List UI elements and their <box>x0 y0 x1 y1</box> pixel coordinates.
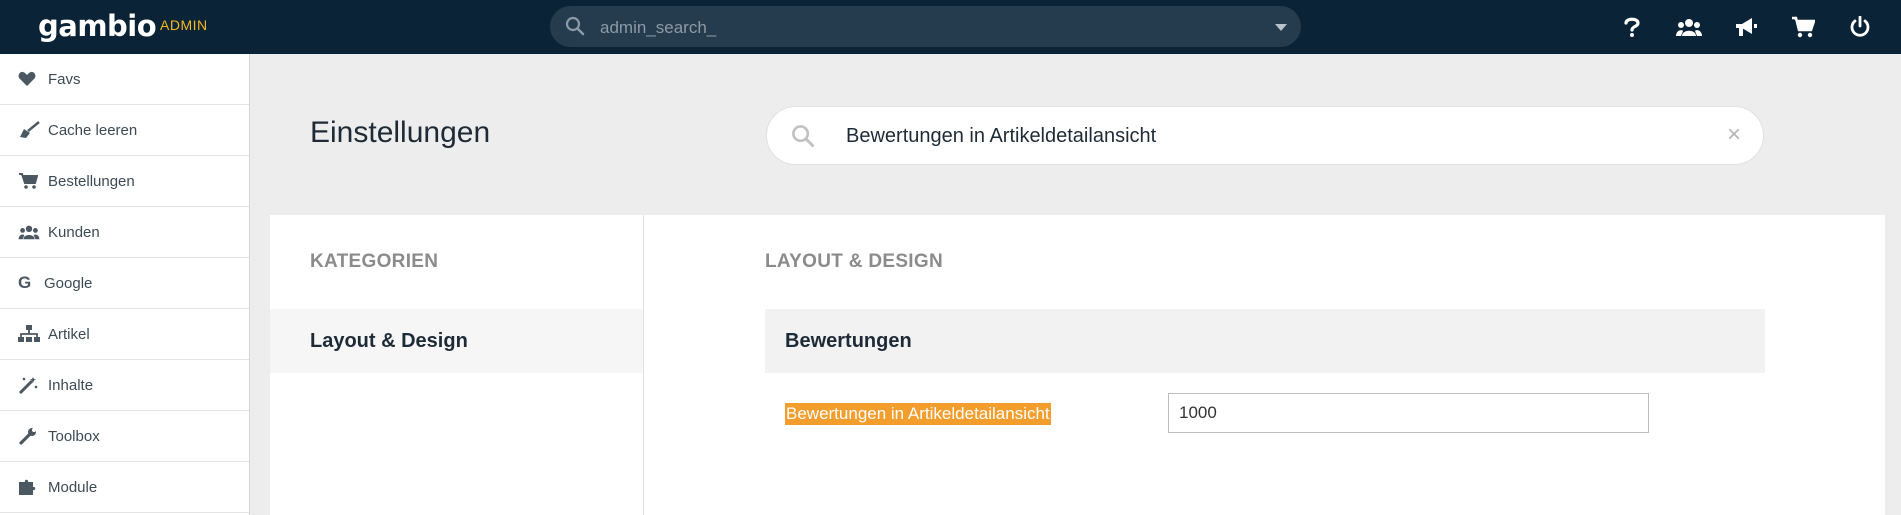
sidebar-item-artikel[interactable]: Artikel <box>0 309 249 360</box>
close-icon[interactable]: × <box>1727 121 1741 149</box>
magic-icon <box>18 376 48 394</box>
search-icon <box>565 16 585 41</box>
settings-group-header: Bewertungen <box>765 309 1765 373</box>
sidebar-item-cache-leeren[interactable]: Cache leeren <box>0 105 249 156</box>
category-item-layout-design[interactable]: Layout & Design <box>270 309 643 373</box>
admin-search[interactable]: admin_search_ <box>550 6 1301 47</box>
sidebar-item-bestellungen[interactable]: Bestellungen <box>0 156 249 207</box>
sidebar-item-label: Artikel <box>48 325 90 343</box>
settings-search-input[interactable]: Bewertungen in Artikeldetailansicht × <box>766 106 1764 165</box>
sidebar-item-kunden[interactable]: Kunden <box>0 207 249 258</box>
heart-icon <box>18 71 48 87</box>
setting-label: Bewertungen in Artikeldetailansicht <box>785 403 1051 425</box>
sidebar-item-label: Cache leeren <box>48 121 138 139</box>
cart-icon[interactable] <box>1789 13 1817 41</box>
top-bar: gambio ADMIN admin_search_ <box>0 0 1901 54</box>
cart-icon <box>18 172 48 190</box>
sidebar-item-label: Toolbox <box>48 427 100 445</box>
power-icon[interactable] <box>1846 13 1874 41</box>
categories-heading: KATEGORIEN <box>310 251 439 272</box>
admin-badge: ADMIN <box>160 17 208 33</box>
sidebar-item-label: Bestellungen <box>48 172 135 190</box>
sidebar-item-label: Favs <box>48 70 81 88</box>
sidebar-item-label: Inhalte <box>48 376 94 394</box>
setting-value-field[interactable] <box>1168 393 1649 433</box>
sidebar: Favs Cache leeren Bestellungen Kunden G … <box>0 54 250 515</box>
google-icon: G <box>18 273 32 292</box>
broom-icon <box>18 121 48 139</box>
puzzle-icon <box>18 478 48 496</box>
sidebar-item-module[interactable]: Module <box>0 462 249 513</box>
section-heading: LAYOUT & DESIGN <box>765 251 943 272</box>
page-title: Einstellungen <box>310 116 491 149</box>
chevron-down-icon[interactable] <box>1275 24 1287 31</box>
sidebar-item-label: Module <box>48 478 98 496</box>
users-icon <box>18 224 48 240</box>
sidebar-item-inhalte[interactable]: Inhalte <box>0 360 249 411</box>
admin-search-placeholder: admin_search_ <box>600 18 717 37</box>
settings-search-value: Bewertungen in Artikeldetailansicht <box>846 125 1157 147</box>
logo[interactable]: gambio <box>38 9 157 43</box>
sidebar-item-toolbox[interactable]: Toolbox <box>0 411 249 462</box>
sidebar-item-google[interactable]: G Google <box>0 258 249 309</box>
help-icon[interactable] <box>1618 13 1646 41</box>
megaphone-icon[interactable] <box>1732 13 1760 41</box>
categories-column: KATEGORIEN Layout & Design <box>270 215 644 515</box>
search-icon <box>791 124 815 153</box>
sitemap-icon <box>18 325 48 343</box>
wrench-icon <box>18 427 48 445</box>
sidebar-item-label: Google <box>44 274 93 292</box>
users-icon[interactable] <box>1675 13 1703 41</box>
sidebar-item-label: Kunden <box>48 223 100 241</box>
sidebar-item-favs[interactable]: Favs <box>0 54 249 105</box>
settings-card: KATEGORIEN Layout & Design LAYOUT & DESI… <box>270 215 1885 515</box>
